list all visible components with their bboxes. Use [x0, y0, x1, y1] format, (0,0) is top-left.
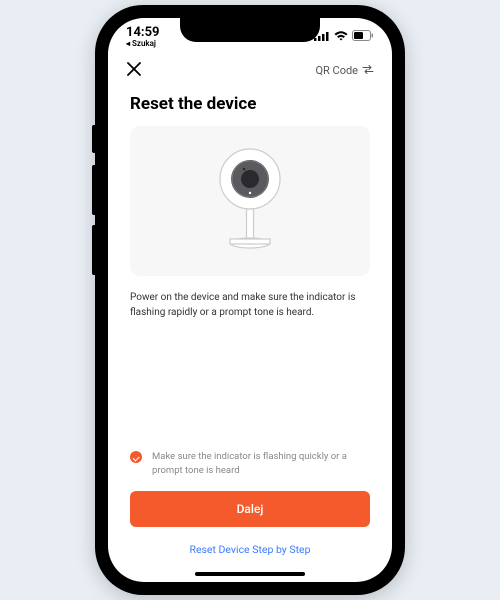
close-icon[interactable] [126, 60, 142, 80]
confirm-text: Make sure the indicator is flashing quic… [152, 450, 370, 477]
confirm-radio[interactable] [130, 451, 142, 463]
chevron-left-icon: ◂ [126, 40, 130, 49]
phone-frame: 14:59 ◂ Szukaj [95, 5, 405, 595]
nav-bar: QR Code [108, 56, 392, 88]
back-label: Szukaj [132, 40, 156, 49]
notch [180, 18, 320, 42]
swap-icon [362, 64, 374, 77]
wifi-icon [334, 30, 348, 44]
battery-icon [352, 30, 374, 44]
qr-code-mode[interactable]: QR Code [315, 64, 374, 77]
device-illustration [130, 126, 370, 276]
home-indicator[interactable] [195, 572, 305, 576]
next-button[interactable]: Dalej [130, 491, 370, 527]
camera-icon [200, 141, 300, 261]
confirm-row[interactable]: Make sure the indicator is flashing quic… [130, 450, 370, 477]
qr-label-text: QR Code [315, 64, 358, 77]
status-back-nav[interactable]: ◂ Szukaj [126, 40, 160, 49]
status-left: 14:59 ◂ Szukaj [126, 26, 160, 49]
spacer [130, 320, 370, 450]
page-title: Reset the device [130, 94, 370, 114]
status-time: 14:59 [126, 26, 160, 40]
screen: 14:59 ◂ Szukaj [108, 18, 392, 582]
status-right [314, 26, 374, 44]
reset-help-link[interactable]: Reset Device Step by Step [130, 543, 370, 556]
instruction-text: Power on the device and make sure the in… [130, 290, 370, 320]
content: Reset the device Power on the device and… [108, 88, 392, 582]
